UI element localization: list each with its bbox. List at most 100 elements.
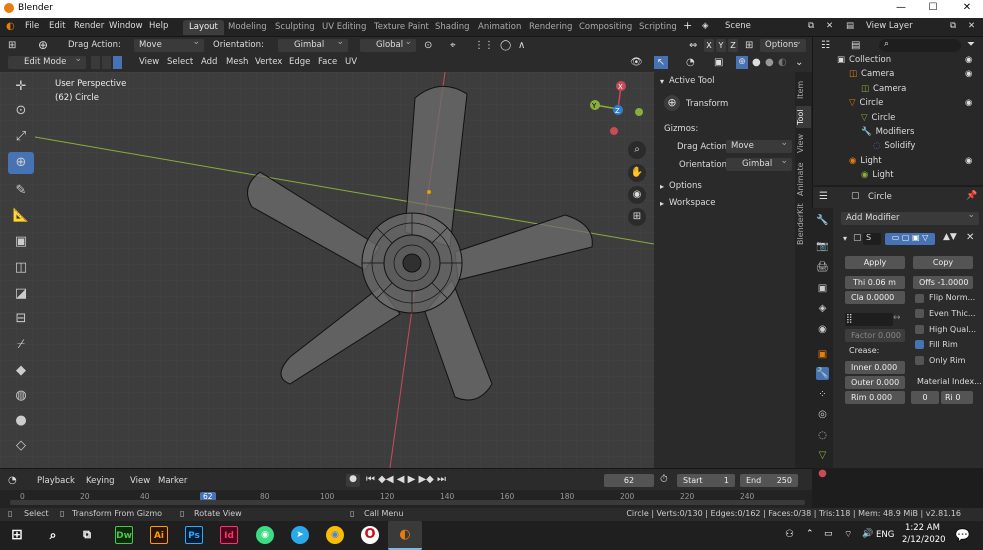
- shading-solid-icon[interactable]: ●: [752, 56, 761, 69]
- mode-dropdown[interactable]: Edit Mode: [8, 53, 86, 69]
- constraints-tab-icon[interactable]: ◌: [816, 429, 829, 442]
- snap-icon[interactable]: ⌖: [450, 39, 456, 52]
- data-tab-icon[interactable]: ▽: [816, 449, 829, 462]
- shading-options-icon[interactable]: ⌄: [795, 56, 803, 69]
- outliner-item-collection[interactable]: ▣ Collection: [837, 53, 891, 67]
- end-frame-field[interactable]: End 250: [740, 474, 798, 487]
- properties-editor-icon[interactable]: ☰: [819, 191, 828, 202]
- copy-button[interactable]: Copy: [913, 256, 973, 269]
- physics-tab-icon[interactable]: ◎: [816, 408, 829, 421]
- view-object-types-icon[interactable]: 👁: [630, 56, 643, 69]
- xray-toggle-icon[interactable]: ▣: [714, 56, 723, 69]
- transform-orientation-dropdown[interactable]: Global: [360, 36, 416, 52]
- tab-item[interactable]: Item: [796, 78, 811, 102]
- pin-icon[interactable]: 📌: [966, 191, 977, 201]
- timeline-menu-marker[interactable]: Marker: [158, 476, 187, 486]
- object-tab-icon[interactable]: ▣: [816, 348, 829, 361]
- timeline-menu-view[interactable]: View: [130, 476, 150, 486]
- mirror-y-toggle[interactable]: Y: [716, 39, 726, 52]
- menu-file[interactable]: File: [25, 21, 39, 31]
- zoom-icon[interactable]: ⌕: [628, 141, 646, 159]
- viewport-menu-add[interactable]: Add: [201, 56, 217, 69]
- gizmo-toggle-icon[interactable]: ↖: [654, 56, 668, 69]
- workspace-tab-layout[interactable]: Layout: [183, 20, 224, 35]
- workspace-tab-rendering[interactable]: Rendering: [523, 20, 578, 35]
- flip-normals-checkbox[interactable]: [915, 294, 924, 303]
- outliner-item-circle[interactable]: ▽ Circle: [849, 96, 883, 110]
- material-rim-field[interactable]: Ri 0: [941, 391, 973, 404]
- material-offset-field[interactable]: 0: [911, 391, 939, 404]
- scene-name[interactable]: Scene: [725, 21, 751, 31]
- outliner-search-input[interactable]: ⌕: [879, 39, 961, 52]
- world-tab-icon[interactable]: ◉: [816, 323, 829, 336]
- search-taskbar-icon[interactable]: ⌕: [44, 526, 62, 544]
- menu-render[interactable]: Render: [74, 21, 104, 31]
- view-layer-name[interactable]: View Layer: [866, 21, 913, 31]
- apply-button[interactable]: Apply: [845, 256, 905, 269]
- shading-wireframe-icon[interactable]: ⊕: [736, 56, 748, 69]
- timeline-editor-icon[interactable]: ◔: [8, 475, 17, 486]
- edge-select-icon[interactable]: [102, 56, 111, 69]
- output-tab-icon[interactable]: 🖨: [816, 261, 829, 274]
- new-view-layer-icon[interactable]: ⧉: [950, 21, 956, 31]
- add-modifier-dropdown[interactable]: Add Modifier: [841, 209, 979, 225]
- 3d-viewport[interactable]: X Y Z User Perspective (62) Circle ⌕ ✋ ◉…: [0, 72, 654, 468]
- perspective-toggle-icon[interactable]: ⊞: [628, 208, 646, 226]
- falloff-icon[interactable]: ∧: [518, 39, 525, 52]
- playback-controls[interactable]: ⏮ ◆◀ ◀ ▶ ▶◆ ⏭: [366, 474, 446, 485]
- smooth-tool-icon[interactable]: ●: [8, 410, 34, 432]
- wifi-icon[interactable]: ⌔: [844, 529, 852, 540]
- task-view-icon[interactable]: ⧉: [78, 526, 96, 544]
- poly-build-tool-icon[interactable]: ◆: [8, 360, 34, 382]
- fill-rim-checkbox[interactable]: [915, 340, 924, 349]
- viewport-menu-edge[interactable]: Edge: [289, 56, 310, 69]
- menu-help[interactable]: Help: [149, 21, 168, 31]
- outliner-item-light[interactable]: ◉ Light: [861, 168, 894, 182]
- proportional-edit-icon[interactable]: ◯: [500, 39, 511, 52]
- timeline-menu-keying[interactable]: Keying: [86, 476, 115, 486]
- people-icon[interactable]: ⚇: [785, 529, 794, 540]
- start-frame-field[interactable]: Start 1: [677, 474, 735, 487]
- windows-start-icon[interactable]: ⊞: [8, 526, 26, 544]
- chrome-icon[interactable]: ◉: [326, 526, 344, 544]
- active-tool-header[interactable]: Active Tool: [669, 76, 715, 86]
- add-workspace-icon[interactable]: +: [683, 19, 692, 32]
- tray-expand-icon[interactable]: ⌃: [806, 529, 814, 539]
- visibility-eye-icon[interactable]: ◉: [965, 154, 972, 168]
- network-icon[interactable]: ▭: [824, 529, 833, 539]
- timeline-ruler[interactable]: 0 20 40 62 80 100 120 140 160 180 200 220 240: [0, 490, 812, 508]
- visibility-eye-icon[interactable]: ◉: [965, 53, 972, 67]
- clamp-field[interactable]: Cla 0.0000: [845, 291, 905, 304]
- minimize-button[interactable]: —: [886, 2, 916, 13]
- workspace-chevron-icon[interactable]: ▸: [660, 199, 664, 208]
- outliner-item-camera[interactable]: ◫ Camera: [849, 67, 894, 81]
- workspace-tab-animation[interactable]: Animation: [472, 20, 527, 35]
- transform-tool-icon[interactable]: ⊕: [38, 39, 48, 52]
- options-panel-header[interactable]: Options: [669, 181, 702, 191]
- options-chevron-icon[interactable]: ▸: [660, 182, 664, 191]
- outliner-item-light[interactable]: ◉ Light: [849, 154, 882, 168]
- vertex-select-icon[interactable]: [91, 56, 100, 69]
- close-button[interactable]: ✕: [952, 2, 982, 13]
- outliner-options-icon[interactable]: ⏷: [967, 39, 975, 50]
- orientation-dropdown[interactable]: Gimbal: [278, 36, 348, 52]
- mirror-icon[interactable]: ⇔: [689, 39, 697, 52]
- current-frame-field[interactable]: 62: [604, 474, 654, 487]
- workspace-tab-shading[interactable]: Shading: [429, 20, 476, 35]
- active-tool-chevron-icon[interactable]: ▾: [660, 77, 664, 86]
- blender-taskbar-icon[interactable]: ◐: [388, 521, 422, 550]
- viewport-menu-vertex[interactable]: Vertex: [255, 56, 282, 69]
- factor-field[interactable]: Factor 0.000: [845, 329, 905, 342]
- modifier-move-icon[interactable]: ▲▼: [943, 232, 957, 242]
- volume-icon[interactable]: 🔊: [862, 529, 873, 539]
- modifier-name-field[interactable]: S: [863, 233, 881, 245]
- crease-outer-field[interactable]: Outer 0.000: [845, 376, 905, 389]
- photoshop-icon[interactable]: Ps: [185, 526, 203, 544]
- viewport-menu-face[interactable]: Face: [318, 56, 337, 69]
- telegram-icon[interactable]: ➤: [291, 526, 309, 544]
- clock-time[interactable]: 1:22 AM: [905, 523, 940, 533]
- options-dropdown[interactable]: Options: [760, 36, 806, 52]
- opera-icon[interactable]: O: [361, 526, 379, 544]
- crease-inner-field[interactable]: Inner 0.000: [845, 361, 905, 374]
- clock-date[interactable]: 2/12/2020: [902, 535, 946, 545]
